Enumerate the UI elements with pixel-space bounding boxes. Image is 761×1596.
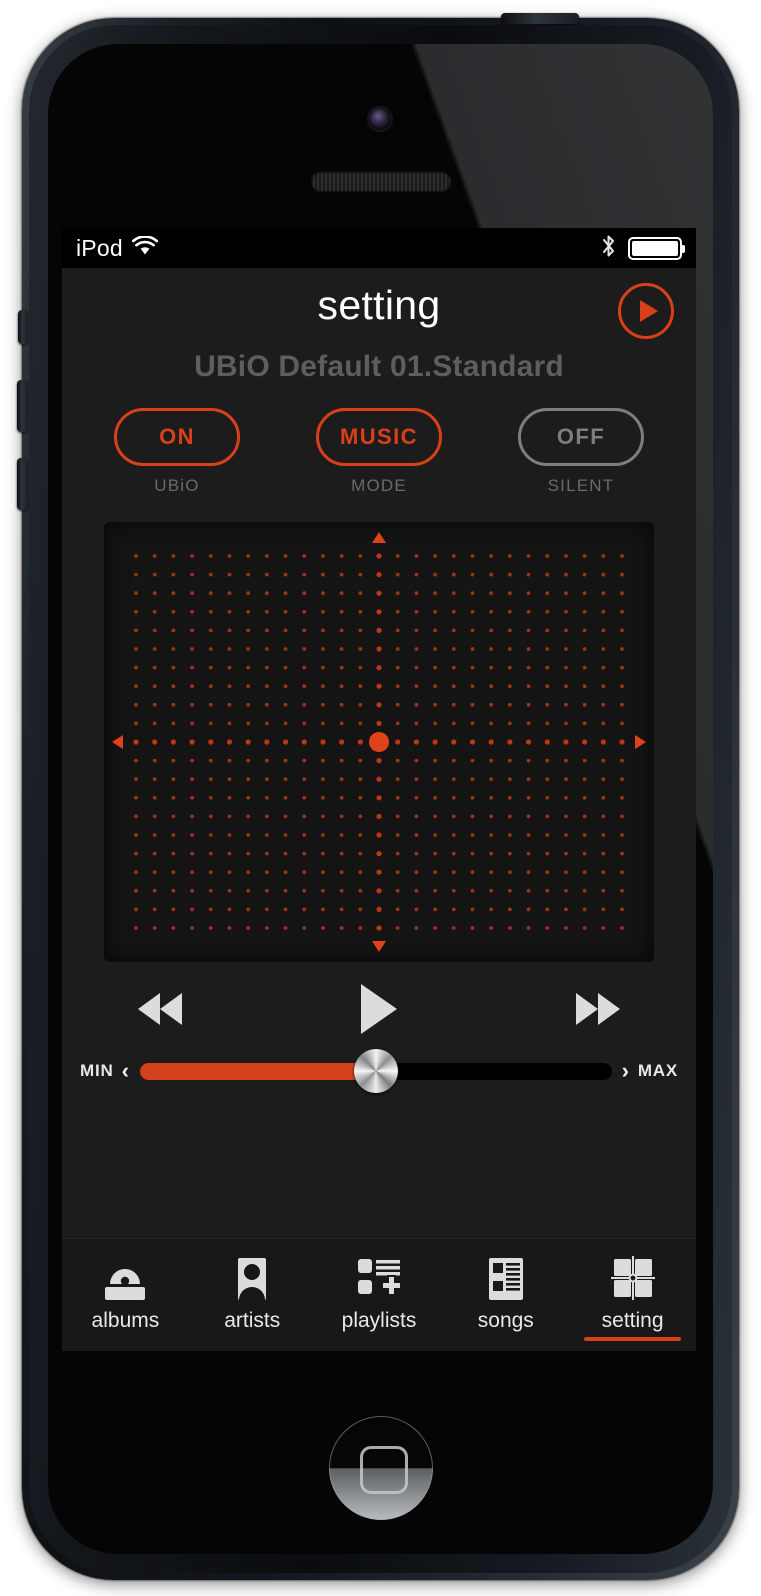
- play-icon[interactable]: [361, 984, 397, 1034]
- eq-xy-pad-grid: [112, 532, 646, 952]
- playlists-icon: [316, 1251, 443, 1307]
- tab-setting-label: setting: [601, 1309, 664, 1332]
- forward-triangle-1: [576, 993, 598, 1025]
- volume-slider-track[interactable]: [139, 1049, 612, 1093]
- volume-max-label: › MAX: [622, 1060, 678, 1082]
- tab-playlists[interactable]: playlists: [316, 1239, 443, 1351]
- mode-toggle-label: MODE: [351, 476, 407, 495]
- play-circle-icon[interactable]: [618, 283, 674, 339]
- home-button[interactable]: [328, 1416, 433, 1520]
- max-text: MAX: [637, 1061, 678, 1080]
- toggle-mode: MUSIC MODE: [316, 408, 442, 496]
- front-camera: [368, 108, 391, 130]
- xy-pad-wrap: [62, 496, 696, 962]
- ubio-toggle-label: UBiO: [154, 476, 200, 495]
- forward-triangle-2: [598, 993, 620, 1025]
- mute-switch[interactable]: [18, 310, 28, 344]
- title-bar: setting: [62, 268, 696, 348]
- mode-toggle-button[interactable]: MUSIC: [316, 408, 442, 466]
- albums-icon: [62, 1251, 189, 1307]
- tab-setting[interactable]: setting: [569, 1239, 696, 1351]
- battery-full-icon: [628, 236, 685, 260]
- page-title: setting: [317, 282, 441, 328]
- silent-toggle-button[interactable]: OFF: [518, 408, 644, 466]
- transport-controls: [62, 962, 696, 1034]
- tab-artists[interactable]: artists: [189, 1239, 316, 1351]
- toggle-row: ON UBiO MUSIC MODE OFF SILENT: [62, 384, 696, 496]
- screenshot-stage: iPod setting UBiO Default 01.Standard ON…: [0, 0, 761, 1596]
- rewind-triangle-2: [160, 993, 182, 1025]
- ubio-toggle-button[interactable]: ON: [114, 408, 240, 466]
- setting-icon: [569, 1251, 696, 1307]
- app-screen: iPod setting UBiO Default 01.Standard ON…: [62, 228, 696, 1351]
- wifi-icon: [131, 234, 158, 261]
- tab-playlists-label: playlists: [341, 1309, 417, 1332]
- status-bar-left: iPod: [76, 235, 158, 262]
- volume-slider-fill: [139, 1062, 376, 1080]
- chevron-right-icon: ›: [621, 1058, 630, 1083]
- status-bar-right: [601, 234, 685, 263]
- volume-down-button[interactable]: [17, 458, 28, 510]
- tab-albums[interactable]: albums: [62, 1239, 189, 1351]
- songs-icon: [442, 1251, 569, 1307]
- eq-xy-pad[interactable]: [104, 522, 654, 962]
- earpiece-speaker: [310, 171, 451, 191]
- tab-artists-label: artists: [224, 1309, 281, 1332]
- silent-toggle-label: SILENT: [547, 476, 615, 495]
- artists-icon: [189, 1251, 316, 1307]
- rewind-triangle-1: [138, 993, 160, 1025]
- tab-bar: albums artists playlists songs setting: [62, 1238, 696, 1351]
- carrier-label: iPod: [76, 234, 123, 261]
- tab-albums-label: albums: [91, 1309, 160, 1332]
- toggle-ubio: ON UBiO: [114, 408, 240, 496]
- volume-slider-knob[interactable]: [353, 1049, 398, 1093]
- tab-songs-label: songs: [477, 1309, 534, 1332]
- play-triangle-icon: [639, 300, 658, 322]
- volume-slider-row: MIN ‹ › MAX: [62, 1034, 696, 1093]
- rewind-icon[interactable]: [138, 993, 182, 1025]
- toggle-silent: OFF SILENT: [518, 408, 644, 496]
- fast-forward-icon[interactable]: [576, 993, 620, 1025]
- play-triangle: [361, 984, 397, 1034]
- power-button[interactable]: [500, 13, 579, 24]
- preset-name: UBiO Default 01.Standard: [194, 350, 564, 383]
- volume-min-label: MIN ‹: [80, 1060, 130, 1082]
- status-bar: iPod: [62, 228, 696, 268]
- bluetooth-icon: [601, 234, 616, 263]
- volume-up-button[interactable]: [17, 380, 28, 432]
- tab-songs[interactable]: songs: [442, 1239, 569, 1351]
- chevron-left-icon: ‹: [121, 1058, 130, 1083]
- min-text: MIN: [80, 1061, 114, 1080]
